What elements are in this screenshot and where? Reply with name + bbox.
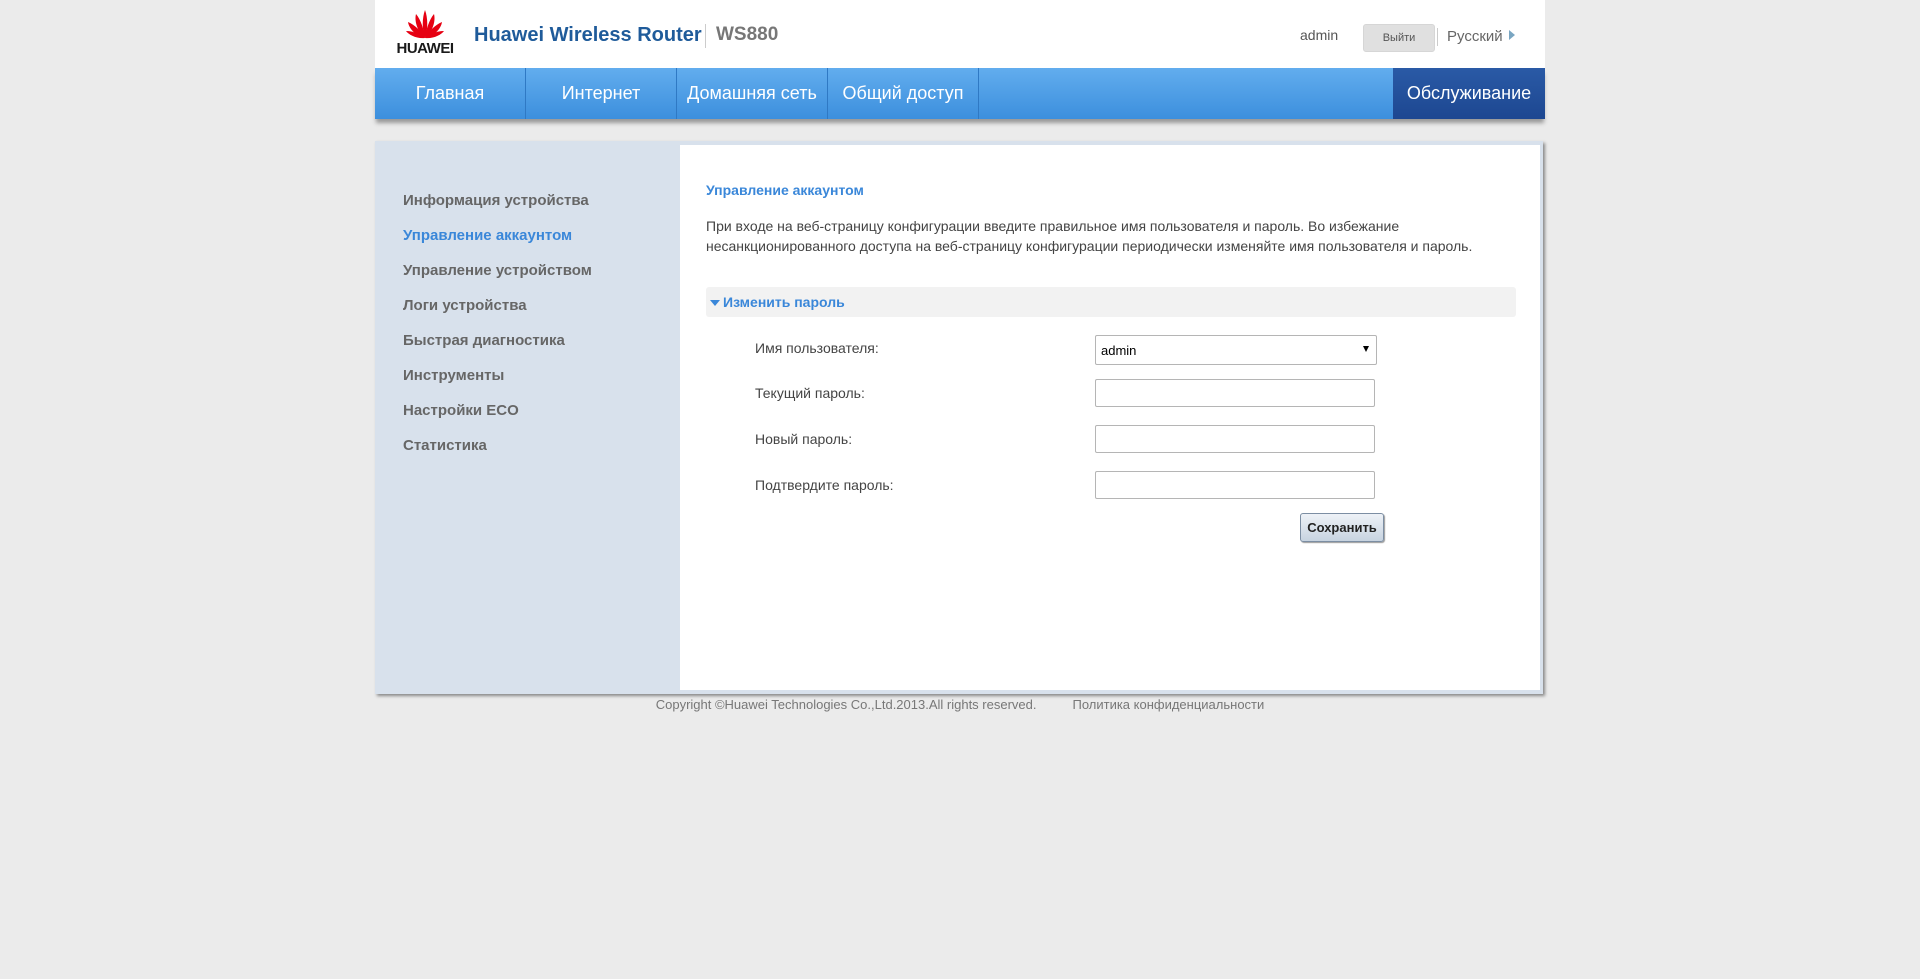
logout-button[interactable]: Выйти: [1363, 24, 1435, 52]
chevron-right-icon: [1508, 30, 1515, 40]
huawei-logo-icon: [406, 10, 444, 39]
page-title: Управление аккаунтом: [706, 182, 864, 198]
privacy-policy-link[interactable]: Политика конфиденциальности: [1072, 697, 1264, 712]
sidebar-item-device-management[interactable]: Управление устройством: [403, 262, 592, 279]
nav-sharing[interactable]: Общий доступ: [828, 68, 978, 119]
confirm-password-input[interactable]: [1095, 471, 1375, 499]
current-password-input[interactable]: [1095, 379, 1375, 407]
nav-home[interactable]: Главная: [375, 68, 525, 119]
nav-divider: [978, 68, 979, 119]
sidebar-item-eco[interactable]: Настройки ECO: [403, 402, 519, 419]
select-caret-icon: [1363, 346, 1369, 352]
footer: Copyright ©Huawei Technologies Co.,Ltd.2…: [375, 697, 1545, 712]
header: HUAWEI Huawei Wireless Router WS880 admi…: [375, 0, 1545, 68]
language-label: Русский: [1447, 28, 1503, 45]
username-select[interactable]: admin: [1095, 335, 1377, 365]
model-name: WS880: [716, 24, 779, 45]
product-name: Huawei Wireless Router: [474, 24, 702, 46]
change-password-header[interactable]: Изменить пароль: [706, 287, 1516, 317]
logo-text: HUAWEI: [396, 40, 455, 57]
sidebar: Информация устройства Управление аккаунт…: [375, 141, 678, 694]
username-label: Имя пользователя:: [755, 340, 879, 356]
username-select-value: admin: [1101, 343, 1137, 358]
save-button[interactable]: Сохранить: [1300, 513, 1384, 542]
sidebar-item-device-info[interactable]: Информация устройства: [403, 192, 589, 209]
header-divider-2: [1437, 28, 1438, 46]
change-password-label: Изменить пароль: [723, 294, 845, 310]
language-selector[interactable]: Русский: [1447, 28, 1515, 45]
nav-maintenance[interactable]: Обслуживание: [1393, 68, 1545, 119]
nav-home-network[interactable]: Домашняя сеть: [677, 68, 827, 119]
huawei-logo: HUAWEI: [395, 8, 455, 58]
header-divider: [705, 24, 706, 48]
sidebar-item-account[interactable]: Управление аккаунтом: [403, 227, 572, 244]
main-nav: Главная Интернет Домашняя сеть Общий дос…: [375, 68, 1545, 119]
current-user: admin: [1300, 27, 1339, 43]
page-description: При входе на веб-страницу конфигурации в…: [706, 218, 1473, 254]
sidebar-item-tools[interactable]: Инструменты: [403, 367, 504, 384]
caret-down-icon: [710, 300, 720, 306]
sidebar-item-logs[interactable]: Логи устройства: [403, 297, 527, 314]
sidebar-item-diagnostics[interactable]: Быстрая диагностика: [403, 332, 565, 349]
confirm-password-label: Подтвердите пароль:: [755, 477, 894, 493]
new-password-input[interactable]: [1095, 425, 1375, 453]
new-password-label: Новый пароль:: [755, 431, 853, 447]
page: HUAWEI Huawei Wireless Router WS880 admi…: [375, 0, 1545, 712]
main-content: Управление аккаунтом При входе на веб-ст…: [680, 145, 1540, 690]
copyright-text: Copyright ©Huawei Technologies Co.,Ltd.2…: [655, 697, 1037, 712]
content-panel: Информация устройства Управление аккаунт…: [375, 141, 1543, 694]
current-password-label: Текущий пароль:: [755, 385, 865, 401]
sidebar-item-statistics[interactable]: Статистика: [403, 437, 487, 454]
nav-internet[interactable]: Интернет: [526, 68, 676, 119]
